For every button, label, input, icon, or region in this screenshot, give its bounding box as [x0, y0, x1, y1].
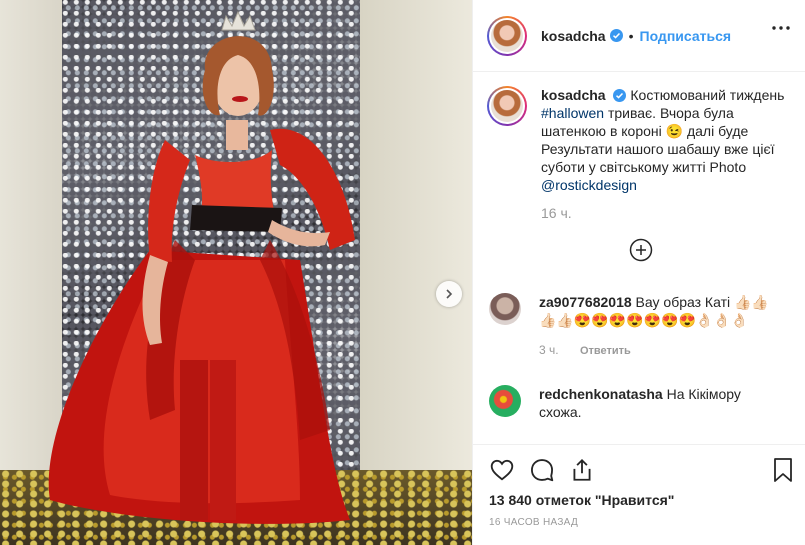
chevron-right-icon — [446, 289, 453, 299]
caption-text: kosadcha Костюмований тиждень #hallowen … — [541, 86, 791, 222]
heart-icon[interactable] — [489, 457, 515, 483]
woman-in-red-dress — [48, 10, 355, 524]
commenter-avatar[interactable] — [489, 385, 521, 417]
caption-text-start: Костюмований тиждень — [630, 87, 785, 103]
comment-item: redchenkonatasha На Кікімору схожа. — [489, 385, 789, 421]
commenter-avatar[interactable] — [489, 293, 521, 325]
more-options-icon[interactable] — [772, 26, 790, 30]
follow-button[interactable]: Подписаться — [640, 28, 732, 44]
reply-button[interactable]: Ответить — [580, 345, 631, 357]
author-avatar[interactable] — [487, 15, 527, 56]
post-caption: kosadcha Костюмований тиждень #hallowen … — [487, 86, 797, 222]
author-username[interactable]: kosadcha — [541, 28, 606, 44]
hashtag-link[interactable]: #hallowen — [541, 105, 604, 121]
separator-dot: • — [628, 27, 634, 44]
comment-item: za9077682018 Вау образ Каті 👍🏻👍🏻👍🏻👍🏻😍😍😍😍… — [489, 293, 789, 360]
add-circle-icon[interactable] — [629, 238, 653, 262]
mention-link[interactable]: @rostickdesign — [541, 177, 637, 193]
verified-badge-icon — [609, 29, 623, 42]
verified-badge-icon — [613, 89, 627, 102]
post-actions-bar: 13 840 отметок "Нравится" 16 ЧАСОВ НАЗАД — [473, 444, 805, 545]
caption-username[interactable]: kosadcha — [541, 87, 606, 103]
share-icon[interactable] — [569, 457, 595, 483]
caption-author-avatar[interactable] — [487, 86, 527, 126]
commenter-username[interactable]: za9077682018 — [539, 294, 632, 310]
caption-time: 16 ч. — [541, 205, 572, 221]
commenter-username[interactable]: redchenkonatasha — [539, 386, 663, 402]
post-photo[interactable] — [0, 0, 472, 545]
next-photo-button[interactable] — [436, 281, 462, 307]
comment-icon[interactable] — [529, 457, 555, 483]
bookmark-icon[interactable] — [772, 457, 794, 483]
likes-count[interactable]: 13 840 отметок "Нравится" — [489, 492, 674, 508]
post-timestamp: 16 ЧАСОВ НАЗАД — [489, 517, 579, 528]
comment-time: 3 ч. — [539, 343, 559, 357]
post-details-panel: kosadcha • Подписаться kosadcha Костюмов… — [472, 0, 805, 545]
post-header: kosadcha • Подписаться — [473, 0, 805, 72]
